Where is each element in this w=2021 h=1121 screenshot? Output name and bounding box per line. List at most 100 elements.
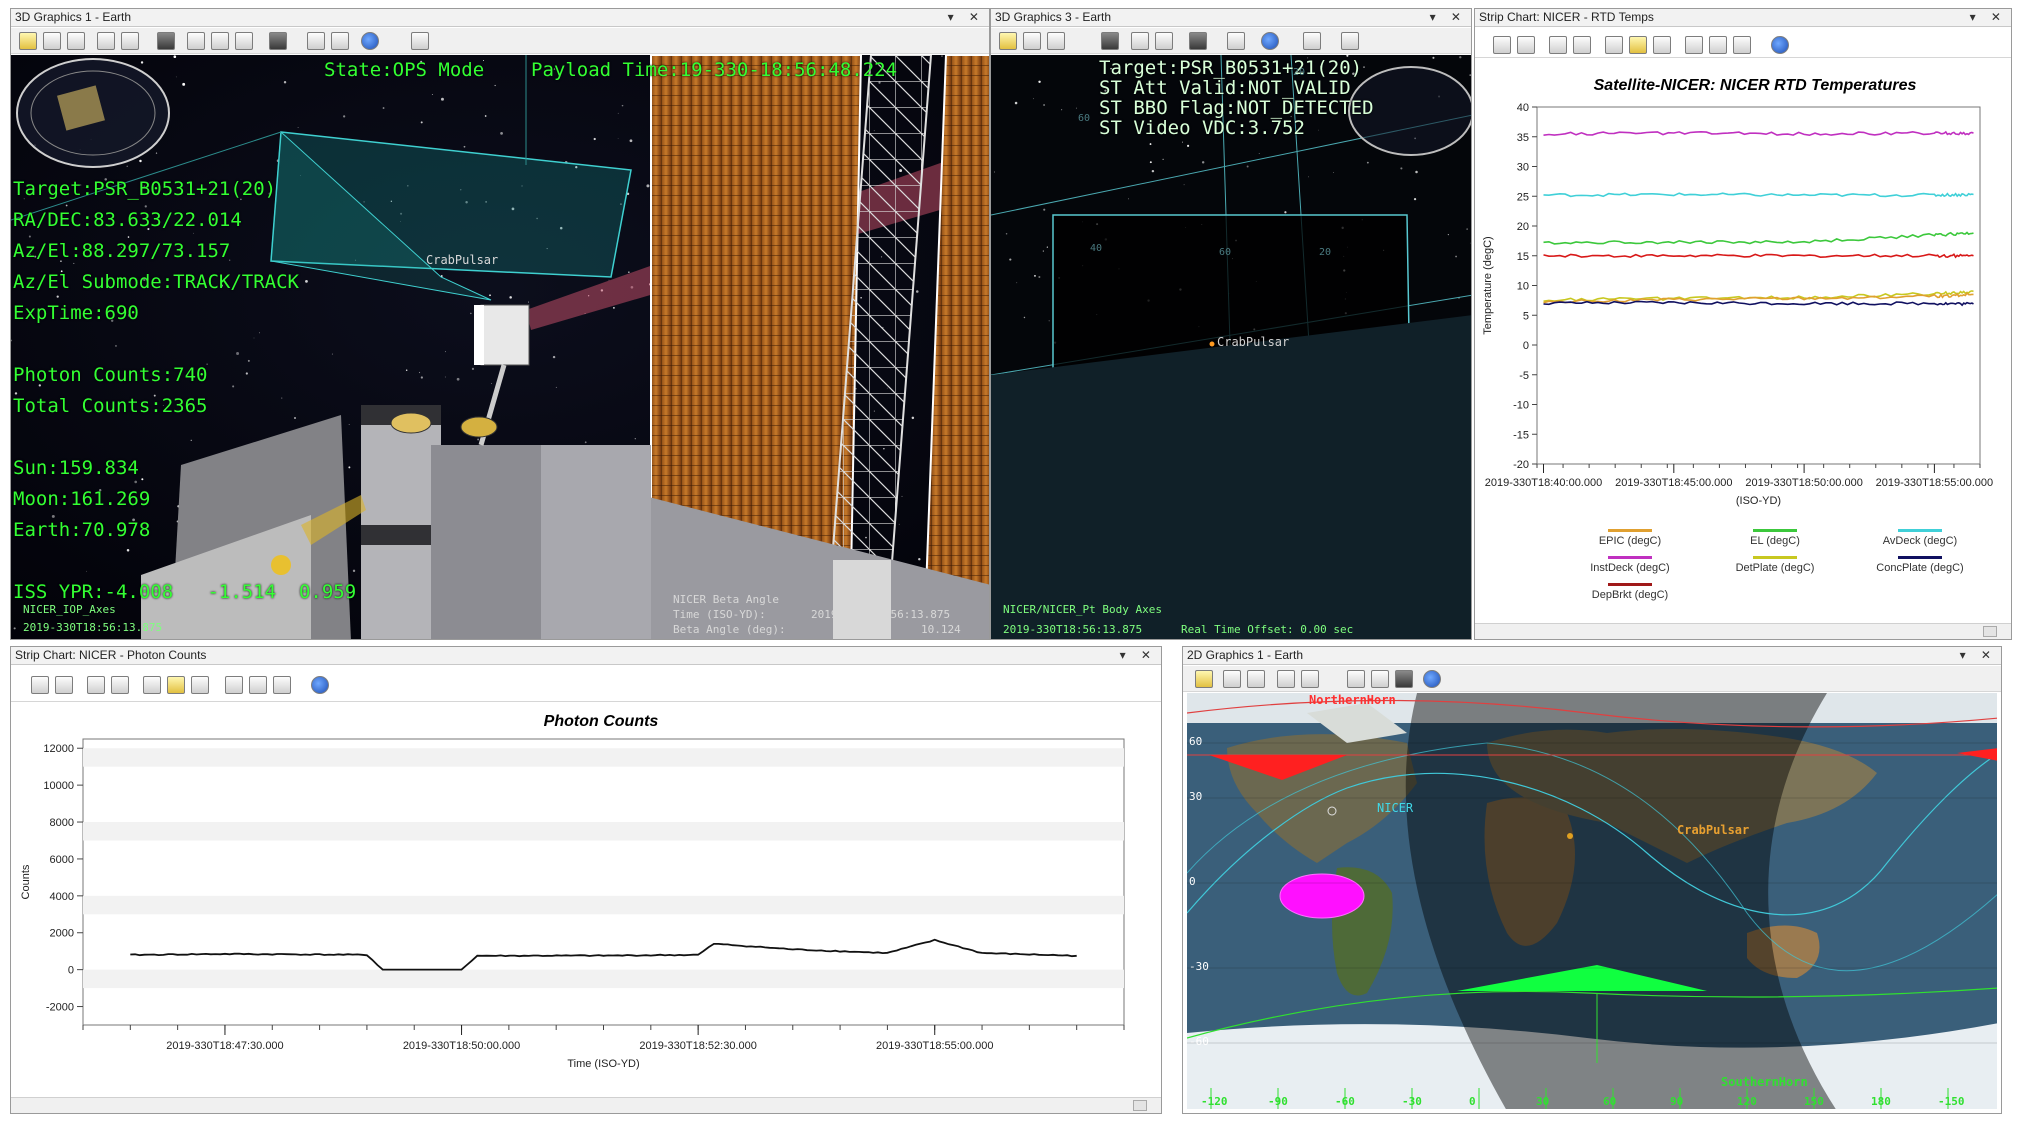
refresh-icon[interactable] [143,676,161,694]
legend-item: InstDeck (degC) [1555,556,1705,574]
vehicle-icon[interactable] [1131,32,1149,50]
window-strip-chart-rtd-temps[interactable]: Strip Chart: NICER - RTD Temps ▾ ✕ Satel… [1474,8,2012,640]
help-icon[interactable] [311,676,329,694]
properties-icon[interactable] [167,676,185,694]
reset-icon[interactable] [1227,32,1245,50]
window-title-bar[interactable]: Strip Chart: NICER - Photon Counts ▾ ✕ [11,647,1161,665]
filter-icon[interactable] [191,676,209,694]
vehicle-icon-2[interactable] [211,32,229,50]
object-icon[interactable] [1189,32,1207,50]
view-icon[interactable] [1277,670,1295,688]
properties-icon[interactable] [999,32,1017,50]
view-icon[interactable] [97,32,115,50]
copy-icon[interactable] [87,676,105,694]
copy-icon[interactable] [1549,36,1567,54]
pan-hand-icon[interactable] [1023,32,1041,50]
zoom-icon[interactable] [1573,36,1591,54]
zoom-icon[interactable] [111,676,129,694]
globe-icon[interactable] [361,32,379,50]
properties-icon[interactable] [1195,670,1213,688]
globe-icon[interactable] [1261,32,1279,50]
star [1061,109,1063,111]
tools-icon[interactable] [225,676,243,694]
y-tick-label: 6000 [50,854,74,866]
3d-viewport[interactable]: Target:PSR_B0531+21(20) ST Att Valid:NOT… [991,55,1471,639]
pan-hand-icon[interactable] [43,32,61,50]
beta-time-label: Time (ISO-YD): [673,608,766,621]
window-3d-graphics-1[interactable]: 3D Graphics 1 - Earth ▾ ✕ State:OPS Mode… [10,8,990,640]
zoom-out-icon[interactable] [1247,670,1265,688]
zoom-icon[interactable] [67,32,85,50]
print-icon[interactable] [1301,670,1319,688]
window-3d-graphics-3[interactable]: 3D Graphics 3 - Earth ▾ ✕ Target:PSR_B05… [990,8,1472,640]
vehicle-icon-2[interactable] [1155,32,1173,50]
crosshair-icon[interactable] [1733,36,1751,54]
window-controls[interactable]: ▾ ✕ [1960,647,1997,664]
window-title-bar[interactable]: Strip Chart: NICER - RTD Temps ▾ ✕ [1475,9,2011,27]
star [236,352,240,355]
orbit-icon[interactable] [331,32,349,50]
star [1258,152,1260,154]
horizontal-scrollbar[interactable] [1475,623,2011,639]
x-tick-label: 2019-330T18:50:00.000 [403,1040,520,1052]
window-title-bar[interactable]: 3D Graphics 1 - Earth ▾ ✕ [11,9,989,27]
window-title-bar[interactable]: 3D Graphics 3 - Earth ▾ ✕ [991,9,1471,27]
window-controls[interactable]: ▾ ✕ [1120,647,1157,664]
star [1048,320,1050,322]
save-icon[interactable] [31,676,49,694]
print-icon[interactable] [1517,36,1535,54]
globe-icon[interactable] [1423,670,1441,688]
crosshair-icon[interactable] [273,676,291,694]
window-controls[interactable]: ▾ ✕ [1430,9,1467,26]
window-controls[interactable]: ▾ ✕ [948,9,985,26]
select-icon[interactable] [1303,32,1321,50]
longitude-label: -30 [1402,1095,1422,1108]
table-icon[interactable] [1371,670,1389,688]
scroll-thumb[interactable] [1983,626,1997,637]
properties-icon[interactable] [1629,36,1647,54]
settings-icon[interactable] [1341,32,1359,50]
layers-icon[interactable] [1347,670,1365,688]
zoom-in-icon[interactable] [1223,670,1241,688]
save-icon[interactable] [1493,36,1511,54]
target-readout: Target:PSR_B0531+21(20) [13,178,277,200]
print-icon[interactable] [121,32,139,50]
star [901,495,903,497]
y-tick-label: 0 [68,965,74,977]
scroll-thumb[interactable] [1133,1100,1147,1111]
tools-icon[interactable] [1685,36,1703,54]
y-tick-label: 15 [1517,251,1529,263]
window-controls[interactable]: ▾ ✕ [1970,9,2007,26]
print-icon[interactable] [55,676,73,694]
table-icon[interactable] [249,676,267,694]
satellite-icon[interactable] [1395,670,1413,688]
vehicle-icon[interactable] [187,32,205,50]
toolbar [1183,666,2001,692]
legend-swatch [1898,556,1942,559]
3d-viewport[interactable]: State:OPS Mode Payload Time:19-330-18:56… [11,55,989,639]
star [1318,129,1319,131]
window-strip-chart-photon-counts[interactable]: Strip Chart: NICER - Photon Counts ▾ ✕ P… [10,646,1162,1114]
properties-icon[interactable] [19,32,37,50]
horizontal-scrollbar[interactable] [11,1097,1161,1113]
satellite-icon[interactable] [1101,32,1119,50]
y-axis-label: Counts [20,864,32,899]
star [348,466,351,469]
window-title-bar[interactable]: 2D Graphics 1 - Earth ▾ ✕ [1183,647,2001,665]
object-icon[interactable] [269,32,287,50]
2d-map-viewport[interactable]: NorthernHorn NICER CrabPulsar SouthernHo… [1187,693,1997,1109]
settings-icon[interactable] [411,32,429,50]
x-tick-label: 2019-330T18:55:00.000 [1876,477,1993,489]
help-icon[interactable] [1771,36,1789,54]
table-icon[interactable] [1709,36,1727,54]
zoom-icon[interactable] [1047,32,1065,50]
satellite-icon[interactable] [157,32,175,50]
star [528,301,530,303]
star [297,127,299,128]
refresh-icon[interactable] [1605,36,1623,54]
filter-icon[interactable] [1653,36,1671,54]
reset-icon[interactable] [307,32,325,50]
window-2d-graphics-1[interactable]: 2D Graphics 1 - Earth ▾ ✕ NorthernHorn N… [1182,646,2002,1114]
legend-label: EPIC (degC) [1598,535,1662,547]
vehicle-icon-3[interactable] [235,32,253,50]
